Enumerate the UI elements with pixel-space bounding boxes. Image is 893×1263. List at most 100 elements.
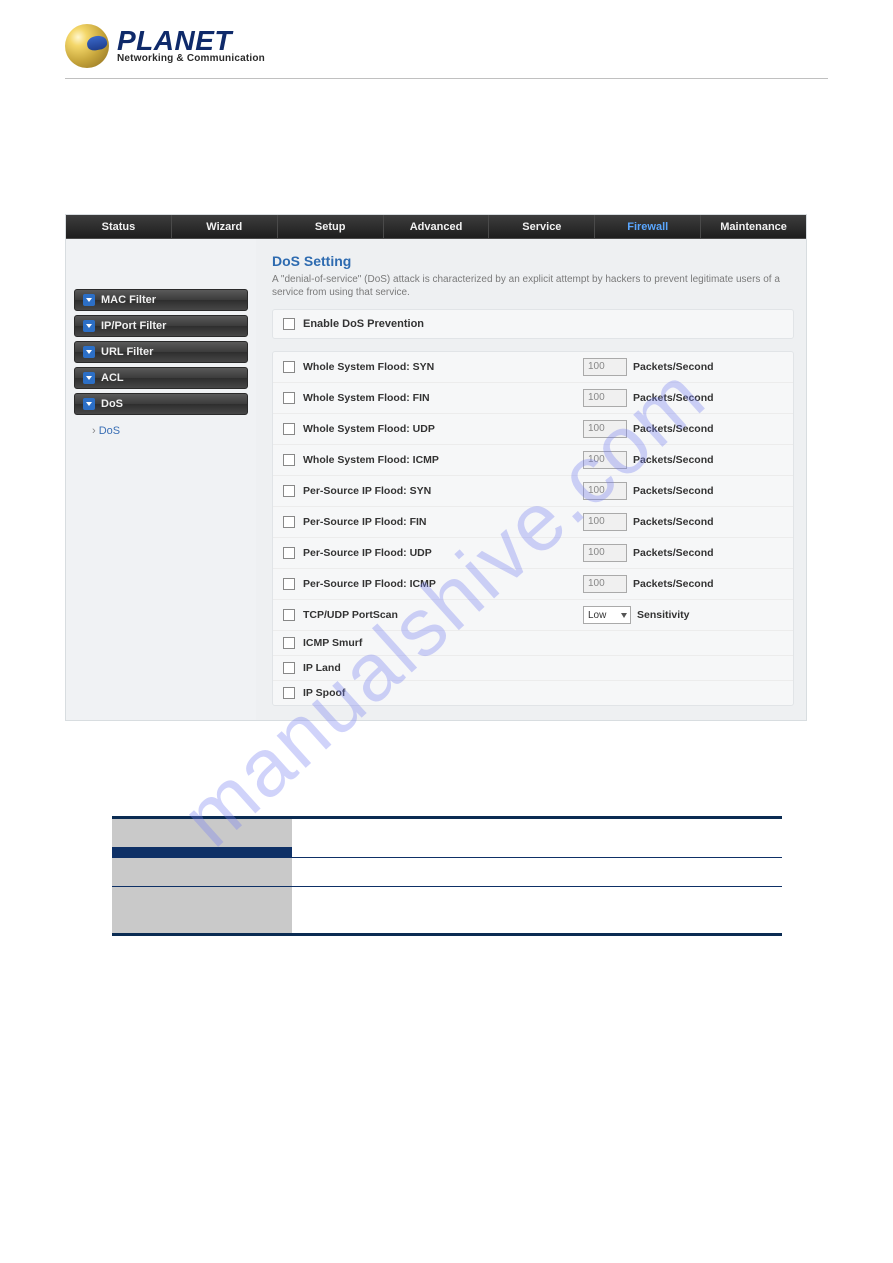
threshold-input[interactable]: 100: [583, 513, 627, 531]
rule-checkbox[interactable]: [283, 516, 295, 528]
rule-label: Per-Source IP Flood: SYN: [303, 485, 575, 497]
threshold-input[interactable]: 100: [583, 451, 627, 469]
page-description: A "denial-of-service" (DoS) attack is ch…: [272, 273, 794, 299]
rule-label: Per-Source IP Flood: ICMP: [303, 578, 575, 590]
top-nav: Status Wizard Setup Advanced Service Fir…: [66, 215, 806, 239]
sidebar: MAC Filter IP/Port Filter URL Filter ACL…: [66, 239, 256, 720]
rule-label: ICMP Smurf: [303, 637, 575, 649]
chevron-down-icon: [83, 372, 95, 384]
sidebar-item-label: MAC Filter: [101, 294, 156, 306]
doc-header: PLANET Networking & Communication: [65, 24, 828, 79]
rule-value: 100Packets/Second: [583, 575, 783, 593]
rule-row: Per-Source IP Flood: FIN 100 Packets/Secon…: [273, 507, 793, 538]
unit-label: Packets/Second: [633, 392, 714, 404]
tab-maintenance[interactable]: Maintenance: [701, 215, 806, 238]
threshold-input[interactable]: 100: [583, 482, 627, 500]
globe-icon: [65, 24, 109, 68]
sidebar-subitem-dos[interactable]: DoS: [74, 419, 248, 437]
table-row: [112, 886, 782, 933]
rule-value: 100 Packets/Second: [583, 420, 783, 438]
threshold-input[interactable]: 100: [583, 544, 627, 562]
rule-checkbox[interactable]: [283, 687, 295, 699]
enable-dos-checkbox[interactable]: [283, 318, 295, 330]
rule-checkbox[interactable]: [283, 609, 295, 621]
rule-label: Per-Source IP Flood: FIN: [303, 516, 575, 528]
rule-label: Whole System Flood: UDP: [303, 423, 575, 435]
rule-label: Whole System Flood: FIN: [303, 392, 575, 404]
sidebar-item-dos[interactable]: DoS: [74, 393, 248, 415]
sidebar-item-acl[interactable]: ACL: [74, 367, 248, 389]
sidebar-item-mac-filter[interactable]: MAC Filter: [74, 289, 248, 311]
rule-row: Per-Source IP Flood: UDP 100 Packets/Secon…: [273, 538, 793, 569]
unit-label: Packets/Second: [633, 547, 714, 559]
sidebar-item-label: URL Filter: [101, 346, 153, 358]
rule-checkbox[interactable]: [283, 578, 295, 590]
chevron-down-icon: [83, 398, 95, 410]
tab-firewall[interactable]: Firewall: [595, 215, 701, 238]
rule-row: Whole System Flood: UDP 100 Packets/Second: [273, 414, 793, 445]
rule-checkbox[interactable]: [283, 485, 295, 497]
table-header: [112, 819, 782, 857]
rule-row: IP Spoof: [273, 681, 793, 705]
rule-label: Whole System Flood: ICMP: [303, 454, 575, 466]
sensitivity-select[interactable]: Low: [583, 606, 631, 624]
table-row: [112, 857, 782, 886]
unit-label: Packets/Second: [633, 423, 714, 435]
enable-panel: Enable DoS Prevention: [272, 309, 794, 339]
rule-row: IP Land: [273, 656, 793, 681]
tab-status[interactable]: Status: [66, 215, 172, 238]
rule-value: 100 Packets/Second: [583, 544, 783, 562]
rule-label: IP Land: [303, 662, 575, 674]
chevron-down-icon: [83, 320, 95, 332]
page-title: DoS Setting: [272, 253, 794, 269]
unit-label: Packets/Second: [633, 516, 714, 528]
tab-setup[interactable]: Setup: [278, 215, 384, 238]
rule-checkbox[interactable]: [283, 662, 295, 674]
threshold-input[interactable]: 100: [583, 389, 627, 407]
sidebar-item-label: ACL: [101, 372, 124, 384]
rule-checkbox[interactable]: [283, 423, 295, 435]
unit-label: Packets/Second: [633, 485, 714, 497]
chevron-down-icon: [621, 613, 627, 618]
rule-label: TCP/UDP PortScan: [303, 609, 575, 621]
threshold-input[interactable]: 100: [583, 575, 627, 593]
rule-value: 100 Packets/Second: [583, 513, 783, 531]
rule-value: 100 Packets/Second: [583, 451, 783, 469]
content-area: DoS Setting A "denial-of-service" (DoS) …: [256, 239, 806, 720]
rule-row: Whole System Flood: ICMP 100 Packets/Secon…: [273, 445, 793, 476]
tab-service[interactable]: Service: [489, 215, 595, 238]
rules-panel: Whole System Flood: SYN 100 Packets/Second…: [272, 351, 794, 706]
brand-logo: PLANET Networking & Communication: [65, 24, 265, 68]
rule-row: Whole System Flood: SYN 100 Packets/Second: [273, 352, 793, 383]
rule-value: Low Sensitivity: [583, 606, 783, 624]
rule-row: ICMP Smurf: [273, 631, 793, 656]
rule-row: TCP/UDP PortScan Low Sensitivity: [273, 600, 793, 631]
rule-checkbox[interactable]: [283, 392, 295, 404]
sidebar-item-url-filter[interactable]: URL Filter: [74, 341, 248, 363]
threshold-input[interactable]: 100: [583, 358, 627, 376]
brand-name: PLANET: [117, 28, 265, 53]
sidebar-item-label: IP/Port Filter: [101, 320, 166, 332]
rule-checkbox[interactable]: [283, 361, 295, 373]
unit-label: Sensitivity: [637, 609, 690, 621]
unit-label: Packets/Second: [633, 454, 714, 466]
rule-checkbox[interactable]: [283, 454, 295, 466]
threshold-input[interactable]: 100: [583, 420, 627, 438]
brand-tagline: Networking & Communication: [117, 53, 265, 64]
rule-label: Whole System Flood: SYN: [303, 361, 575, 373]
chevron-down-icon: [83, 346, 95, 358]
rule-value: 100 Packets/Second: [583, 358, 783, 376]
rule-label: Per-Source IP Flood: UDP: [303, 547, 575, 559]
rule-checkbox[interactable]: [283, 547, 295, 559]
rule-value: 100 Packets/Second: [583, 389, 783, 407]
rule-label: IP Spoof: [303, 687, 575, 699]
rule-value: 100 Packets/Second: [583, 482, 783, 500]
sidebar-item-label: DoS: [101, 398, 123, 410]
rule-row: Per-Source IP Flood: ICMP 100Packets/Seco…: [273, 569, 793, 600]
info-table: [112, 816, 782, 936]
unit-label: Packets/Second: [633, 361, 714, 373]
tab-wizard[interactable]: Wizard: [172, 215, 278, 238]
tab-advanced[interactable]: Advanced: [384, 215, 490, 238]
sidebar-item-ip-port-filter[interactable]: IP/Port Filter: [74, 315, 248, 337]
rule-checkbox[interactable]: [283, 637, 295, 649]
